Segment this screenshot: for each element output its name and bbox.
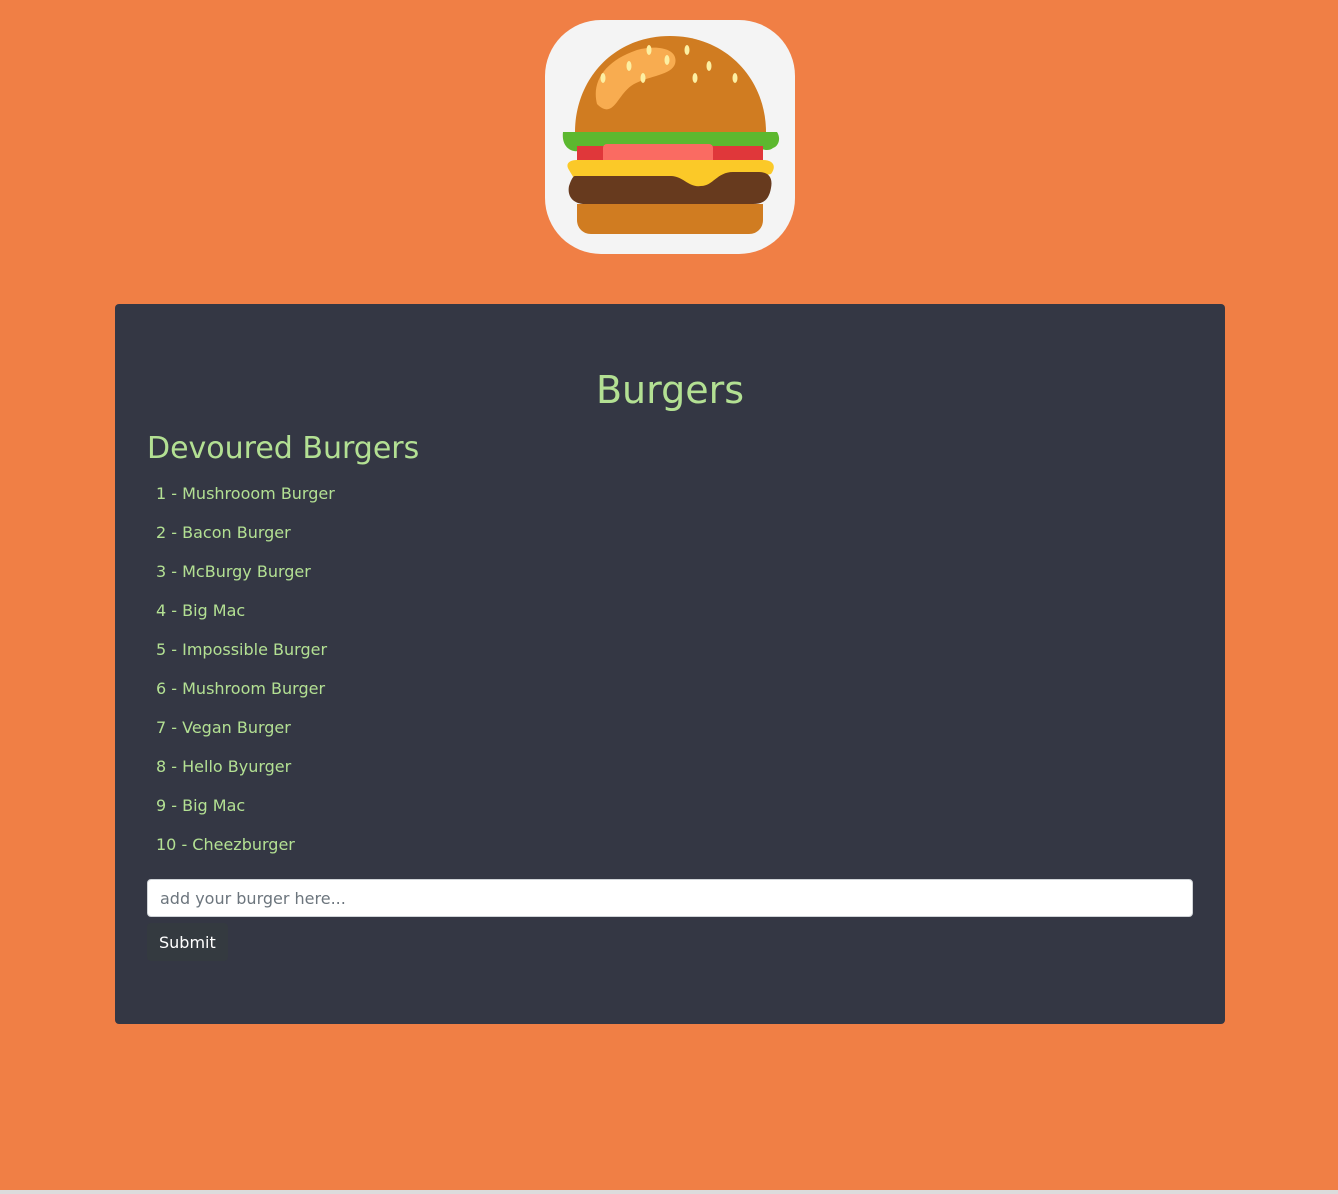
- list-item: 3 - McBurgy Burger: [156, 562, 311, 581]
- devoured-list: 1 - Mushrooom Burger 2 - Bacon Burger 3 …: [156, 480, 335, 870]
- submit-button[interactable]: Submit: [147, 923, 228, 961]
- page-title: Burgers: [595, 368, 745, 412]
- list-item: 2 - Bacon Burger: [156, 523, 291, 542]
- page-bottom-edge: [0, 1190, 1338, 1194]
- list-item: 5 - Impossible Burger: [156, 640, 328, 659]
- logo: [545, 20, 795, 254]
- burger-name-input[interactable]: [147, 879, 1193, 917]
- list-item: 6 - Mushroom Burger: [156, 679, 326, 698]
- list-item: 1 - Mushrooom Burger: [156, 484, 335, 503]
- list-item: 4 - Big Mac: [156, 601, 246, 620]
- list-item: 8 - Hello Byurger: [156, 757, 292, 776]
- burger-icon: [562, 36, 780, 234]
- list-item: 9 - Big Mac: [156, 796, 246, 815]
- burgers-panel: Burgers Devoured Burgers 1 - Mushrooom B…: [115, 304, 1225, 1024]
- list-item: 7 - Vegan Burger: [156, 718, 291, 737]
- devoured-heading: Devoured Burgers: [147, 431, 420, 466]
- list-item: 10 - Cheezburger: [156, 835, 295, 854]
